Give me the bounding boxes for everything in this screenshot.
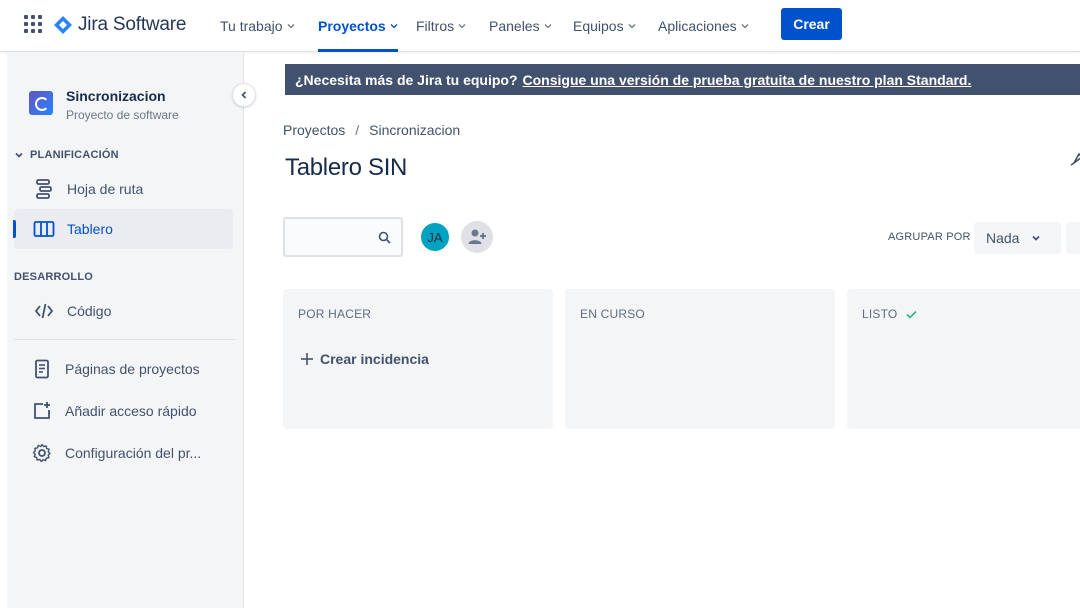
chevron-down-icon: [15, 152, 23, 158]
sidebar-item-label: Añadir acceso rápido: [65, 403, 197, 419]
sidebar-item-label: Páginas de proyectos: [65, 361, 200, 377]
insights-button[interactable]: [1066, 222, 1080, 254]
group-by-value: Nada: [986, 230, 1020, 246]
chevron-down-icon: [741, 24, 749, 29]
roadmap-icon: [32, 177, 56, 201]
chevron-left-icon: [241, 91, 247, 99]
add-shortcut-icon: [30, 399, 54, 423]
breadcrumb: Proyectos / Sincronizacion: [283, 122, 460, 138]
project-avatar-icon: [29, 91, 53, 115]
create-button[interactable]: Crear: [781, 8, 842, 40]
banner-trial-link[interactable]: Consigue una versión de prueba gratuita …: [523, 72, 972, 88]
section-development: DESARROLLO: [14, 271, 93, 283]
chevron-down-icon: [544, 24, 552, 29]
chevron-down-icon: [458, 24, 466, 29]
create-issue-button[interactable]: Crear incidencia: [300, 351, 429, 367]
column-title: POR HACER: [298, 307, 371, 321]
sidebar-divider: [14, 339, 235, 340]
gear-icon: [30, 441, 54, 465]
column-todo: POR HACER Crear incidencia: [283, 289, 553, 429]
breadcrumb-project-link[interactable]: Sincronizacion: [369, 122, 460, 138]
search-icon: [378, 231, 391, 244]
nav-label: Filtros: [416, 18, 455, 34]
nav-tu-trabajo[interactable]: Tu trabajo: [220, 0, 295, 52]
nav-label: Equipos: [573, 18, 624, 34]
chevron-down-icon: [287, 24, 294, 29]
top-navigation: Jira Software Tu trabajo Proyectos Filtr…: [0, 0, 1080, 52]
banner-text: ¿Necesita más de Jira tu equipo?: [295, 71, 518, 88]
nav-equipos[interactable]: Equipos: [573, 0, 636, 52]
sidebar-item-settings[interactable]: Configuración del pr...: [14, 433, 233, 473]
sidebar-item-roadmap[interactable]: Hoja de ruta: [14, 169, 233, 209]
sidebar-item-project-pages[interactable]: Páginas de proyectos: [14, 349, 233, 389]
page-title: Tablero SIN: [285, 154, 408, 181]
group-by-select[interactable]: Nada: [974, 222, 1061, 254]
nav-label: Tu trabajo: [220, 18, 283, 34]
project-name: Sincronizacion: [66, 88, 166, 104]
column-title: LISTO: [862, 307, 918, 321]
nav-paneles[interactable]: Paneles: [489, 0, 552, 52]
project-type: Proyecto de software: [66, 108, 179, 122]
column-title-text: POR HACER: [298, 307, 372, 321]
upgrade-banner: ¿Necesita más de Jira tu equipo? Consigu…: [285, 64, 1080, 95]
nav-label: Proyectos: [318, 18, 386, 34]
column-done: LISTO: [847, 289, 1080, 429]
board-search[interactable]: [283, 217, 403, 257]
board-icon: [32, 217, 56, 241]
add-person-icon: [468, 229, 486, 244]
sidebar-item-label: Configuración del pr...: [65, 445, 202, 461]
breadcrumb-separator: /: [355, 122, 360, 138]
column-title: EN CURSO: [580, 307, 645, 321]
logo-text: Jira Software: [78, 14, 187, 35]
pin-icon[interactable]: [1070, 152, 1080, 166]
check-icon: [906, 310, 918, 319]
app-switcher-icon[interactable]: [24, 15, 42, 33]
column-title-text: LISTO: [862, 307, 898, 321]
code-icon: [32, 299, 56, 323]
nav-label: Paneles: [489, 18, 540, 34]
column-title-text: EN CURSO: [580, 307, 645, 321]
nav-aplicaciones[interactable]: Aplicaciones: [658, 0, 749, 52]
jira-diamond-icon: [54, 16, 72, 34]
collapse-sidebar-button[interactable]: [232, 83, 256, 107]
section-label: PLANIFICACIÓN: [30, 149, 119, 161]
sidebar-item-board[interactable]: Tablero: [13, 209, 233, 249]
search-input[interactable]: [285, 219, 375, 255]
project-header[interactable]: Sincronizacion Proyecto de software: [29, 87, 179, 123]
chevron-down-icon: [390, 24, 398, 29]
sidebar-item-label: Código: [67, 303, 112, 319]
sidebar: Sincronizacion Proyecto de software PLAN…: [7, 53, 244, 608]
column-in-progress: EN CURSO: [565, 289, 835, 429]
nav-filtros[interactable]: Filtros: [416, 0, 466, 52]
chevron-down-icon: [1032, 235, 1041, 241]
section-label: DESARROLLO: [14, 271, 93, 283]
section-planning[interactable]: PLANIFICACIÓN: [14, 149, 119, 161]
create-issue-label: Crear incidencia: [320, 351, 429, 367]
chevron-down-icon: [628, 24, 636, 29]
sidebar-item-add-shortcut[interactable]: Añadir acceso rápido: [14, 391, 233, 431]
user-avatar[interactable]: JA: [419, 221, 451, 253]
nav-proyectos[interactable]: Proyectos: [318, 0, 398, 52]
plus-icon: [301, 353, 313, 365]
nav-label: Aplicaciones: [658, 18, 737, 34]
jira-logo[interactable]: Jira Software: [54, 13, 186, 37]
add-people-button[interactable]: [461, 221, 493, 253]
breadcrumb-projects-link[interactable]: Proyectos: [283, 122, 345, 138]
sidebar-item-code[interactable]: Código: [14, 291, 233, 331]
sidebar-item-label: Hoja de ruta: [67, 181, 144, 197]
group-by-label: AGRUPAR POR: [888, 231, 971, 243]
sidebar-item-label: Tablero: [67, 221, 113, 237]
page-icon: [30, 357, 54, 381]
